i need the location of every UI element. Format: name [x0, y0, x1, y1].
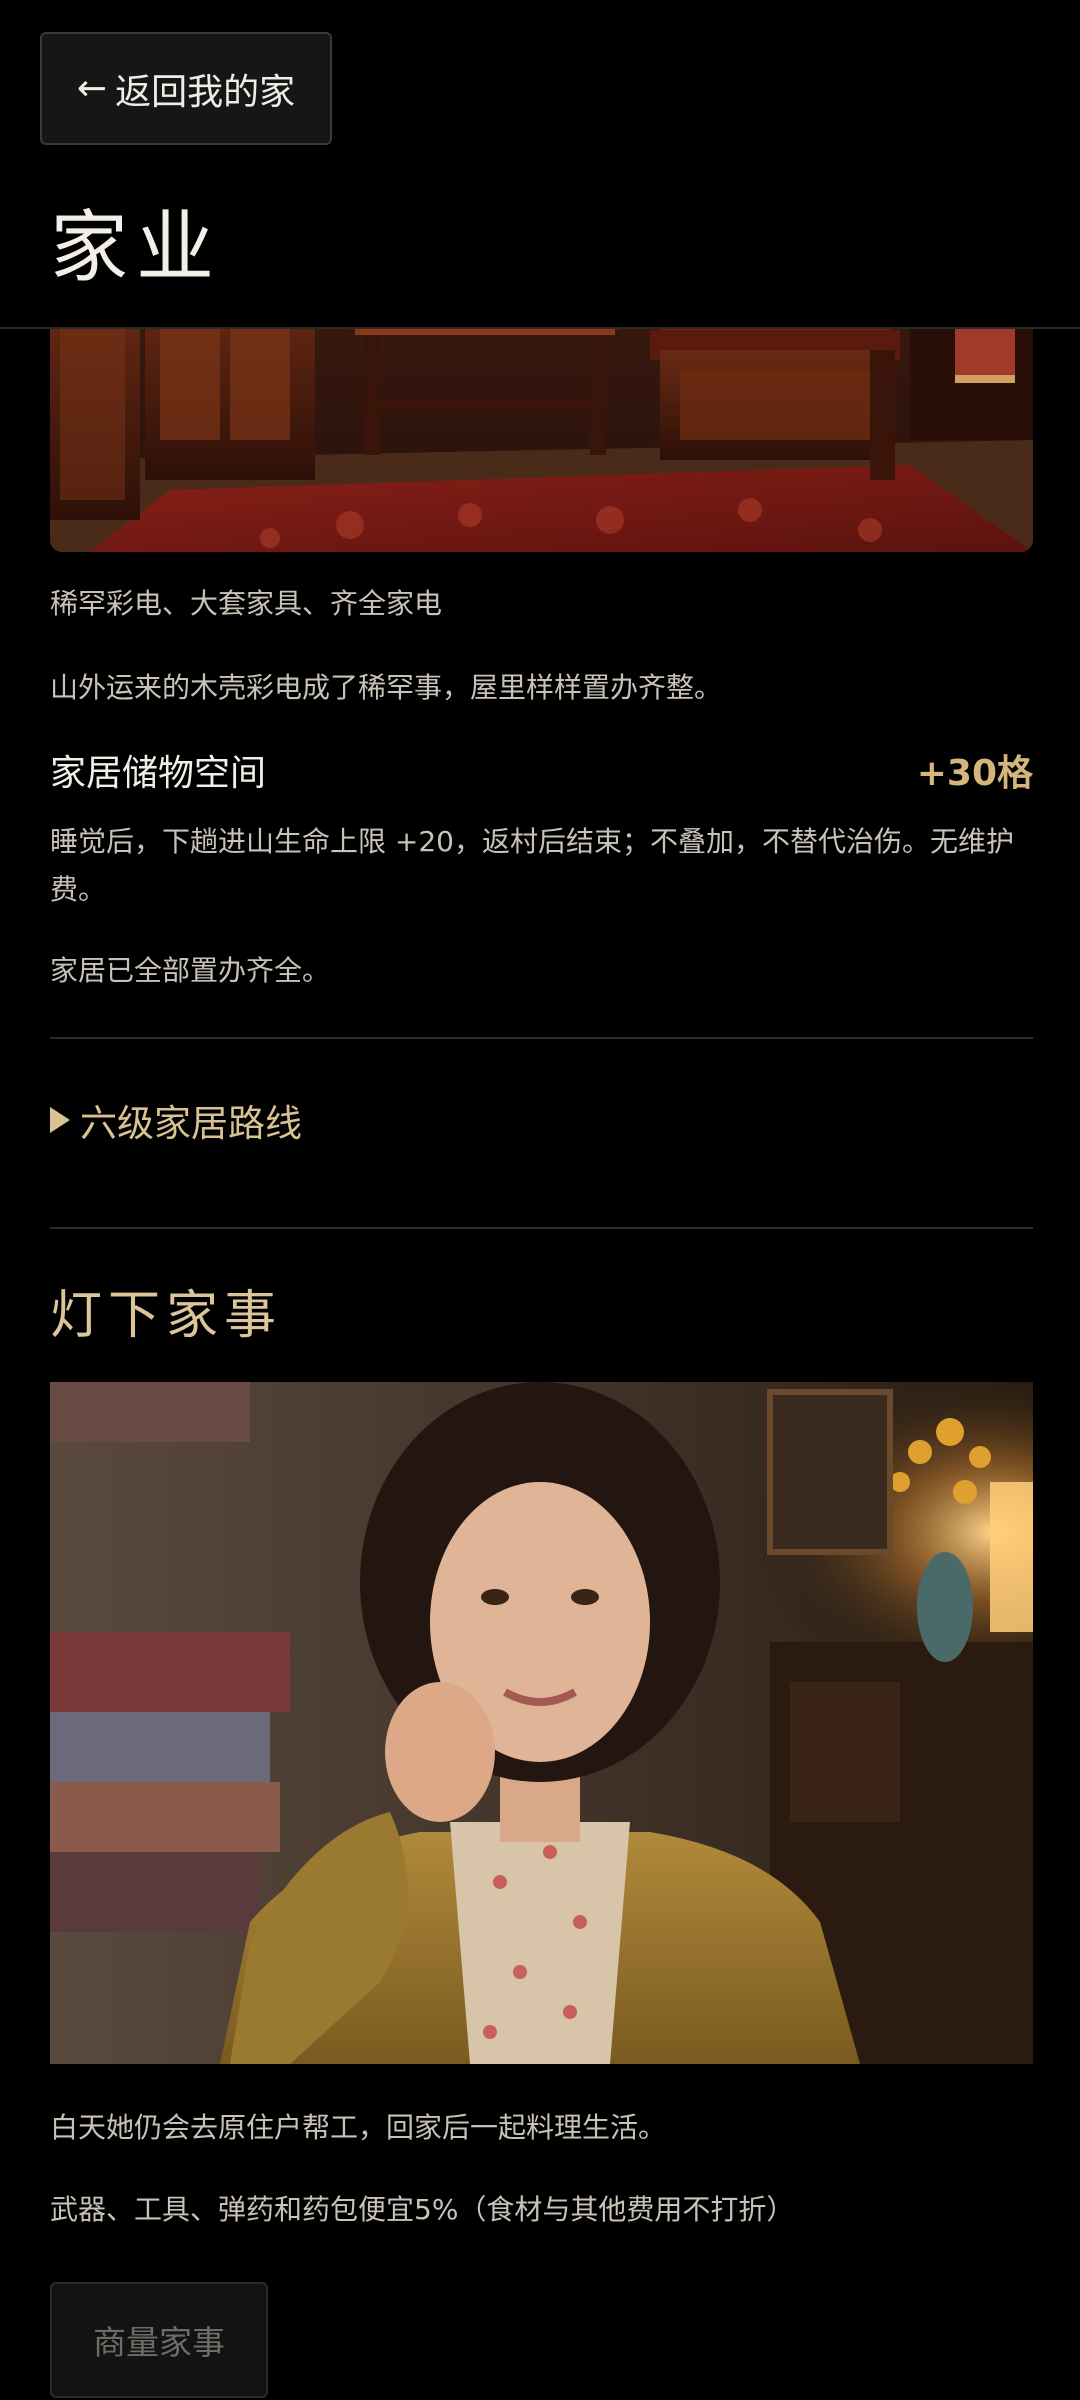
header: ← 返回我的家 家业: [0, 0, 1080, 329]
arrow-left-icon: ←: [76, 68, 108, 109]
divider: [50, 1037, 1033, 1039]
wife-portrait-image: [50, 1382, 1033, 2064]
back-to-home-button[interactable]: ← 返回我的家: [40, 32, 332, 145]
discount-description: 武器、工具、弹药和药包便宜5%（食材与其他费用不打折）: [50, 2193, 795, 2226]
furnishing-status: 家居已全部置办齐全。: [50, 954, 331, 987]
tier-description: 山外运来的木壳彩电成了稀罕事，屋里样样置办齐整。: [50, 671, 723, 704]
discuss-housework-button[interactable]: 商量家事: [50, 2282, 268, 2398]
page: 稀罕彩电、大套家具、齐全家电 山外运来的木壳彩电成了稀罕事，屋里样样置办齐整。 …: [0, 0, 1080, 2400]
divider: [50, 1227, 1033, 1229]
home-route-label: 六级家居路线: [80, 1102, 302, 1145]
home-route-toggle[interactable]: 六级家居路线: [50, 1093, 302, 1147]
living-room-image: [50, 290, 1033, 552]
triangle-right-icon: [50, 1107, 70, 1133]
section-title: 灯下家事: [50, 1286, 283, 1346]
effect-description: 睡觉后，下趟进山生命上限 +20，返村后结束；不叠加，不替代治伤。无维护费。: [50, 825, 1014, 906]
storage-value: +30格: [916, 753, 1033, 794]
back-button-label: 返回我的家: [115, 71, 296, 113]
tier-caption: 稀罕彩电、大套家具、齐全家电: [50, 587, 443, 620]
storage-row: 家居储物空间 +30格: [50, 744, 1033, 796]
storage-label: 家居储物空间: [50, 753, 267, 794]
page-title: 家业: [50, 203, 223, 293]
helper-description: 白天她仍会去原住户帮工，回家后一起料理生活。: [50, 2111, 667, 2144]
